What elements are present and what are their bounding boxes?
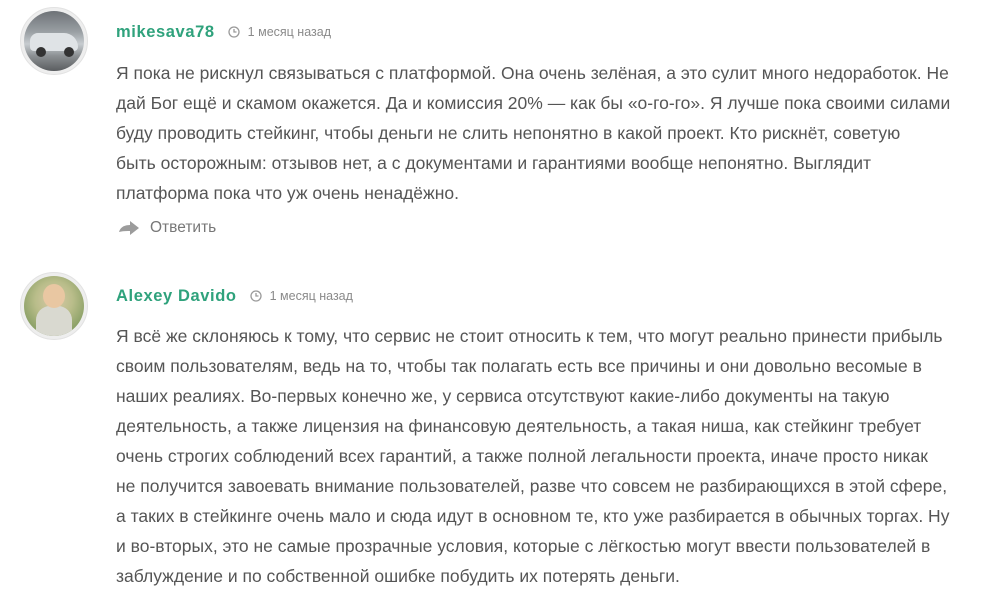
- comment-line: своим пользователям, ведь на то, чтобы т…: [116, 356, 922, 376]
- reply-button[interactable]: Ответить: [118, 219, 216, 237]
- reply-arrow-icon: [119, 221, 139, 235]
- comment-time[interactable]: 1 месяц назад: [248, 25, 331, 39]
- comment-line: быть осторожным: отзывов нет, а с докуме…: [116, 153, 872, 173]
- avatar[interactable]: [20, 272, 88, 340]
- clock-icon: [228, 26, 240, 38]
- comment-line: Я всё же склоняюсь к тому, что сервис не…: [116, 326, 943, 346]
- comment-text: Я пока не рискнул связываться с платформ…: [116, 58, 962, 208]
- reply-label: Ответить: [150, 219, 217, 236]
- avatar[interactable]: [20, 7, 88, 75]
- comment-time[interactable]: 1 месяц назад: [270, 289, 353, 303]
- person-avatar-icon: [24, 276, 84, 336]
- comment-line: очень строгих соблюдений всех гарантий, …: [116, 446, 928, 466]
- comment-line: а таких в стейкинге очень мало и сюда ид…: [116, 506, 950, 526]
- comment-line: деятельность, а также лицензия на финанс…: [116, 416, 922, 436]
- comment-header: mikesava78 1 месяц назад: [116, 21, 331, 43]
- comment-line: Я пока не рискнул связываться с платформ…: [116, 63, 949, 83]
- author-name[interactable]: mikesava78: [116, 23, 215, 42]
- clock-icon: [249, 290, 262, 302]
- comment-meta: 1 месяц назад: [249, 289, 353, 303]
- comment-line: и во-вторых, это не самые прозрачные усл…: [116, 536, 931, 556]
- comment-header: Alexey Davido 1 месяц назад: [116, 285, 353, 307]
- comment-meta: 1 месяц назад: [228, 25, 331, 39]
- comment-line: наших реалиях. Во-первых конечно же, у с…: [116, 386, 890, 406]
- comment-line: заблуждение и по собственной ошибке побу…: [116, 566, 680, 586]
- comment-line: не получится завоевать внимание пользова…: [116, 476, 948, 496]
- comment-text: Я всё же склоняюсь к тому, что сервис не…: [116, 321, 962, 591]
- comment-line: платформа пока что уж очень ненадёжно.: [116, 183, 459, 203]
- comment-line: дай Бог ещё и скамом окажется. Да и коми…: [116, 93, 951, 113]
- author-name[interactable]: Alexey Davido: [116, 287, 237, 306]
- comment-line: буду проводить стейкинг, чтобы деньги не…: [116, 123, 901, 143]
- car-avatar-icon: [24, 11, 84, 71]
